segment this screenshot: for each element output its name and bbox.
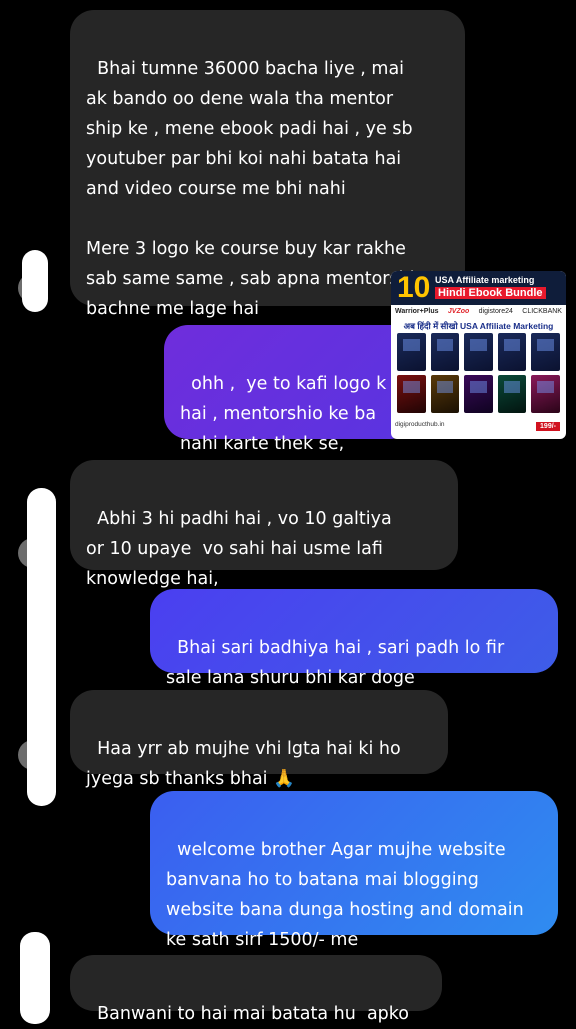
ad-price-badge: 199/-: [536, 422, 560, 431]
ebook-cover: [531, 333, 560, 371]
ebook-cover: [430, 375, 460, 413]
ebook-cover: [464, 333, 493, 371]
message-incoming[interactable]: Haa yrr ab mujhe vhi lgta hai ki ho jyeg…: [70, 690, 448, 789]
ad-platform-logos: Warrior+Plus JVZoo digistore24 CLICKBANK: [395, 308, 562, 315]
message-outgoing[interactable]: ohh , ye to kafi logo k hai , mentorshio…: [164, 325, 414, 454]
ebook-cover: [397, 375, 426, 413]
message-incoming[interactable]: Banwani to hai mai batata hu apko: [70, 955, 442, 1024]
redaction-mark: [20, 932, 50, 1024]
ebook-cover: [397, 333, 426, 371]
message-outgoing[interactable]: welcome brother Agar mujhe website banva…: [150, 791, 558, 950]
message-text: Bhai tumne 36000 bacha liye , mai ak ban…: [86, 59, 426, 319]
message-text: welcome brother Agar mujhe website banva…: [166, 840, 524, 950]
logo-jvzoo: JVZoo: [447, 308, 470, 315]
ad-title-line2: Hindi Ebook Bundle: [435, 287, 546, 299]
message-text: Abhi 3 hi padhi hai , vo 10 galtiya or 1…: [86, 509, 392, 589]
message-incoming[interactable]: Abhi 3 hi padhi hai , vo 10 galtiya or 1…: [70, 460, 458, 589]
ebook-cover: [497, 375, 527, 413]
ebook-covers-grid: [397, 333, 560, 413]
ad-subtitle: अब हिंदी में सीखो USA Affiliate Marketin…: [403, 321, 554, 331]
message-incoming[interactable]: Bhai tumne 36000 bacha liye , mai ak ban…: [70, 10, 465, 319]
message-text: Banwani to hai mai batata hu apko: [97, 1004, 410, 1024]
redaction-mark: [22, 250, 48, 312]
message-text: Bhai sari badhiya hai , sari padh lo fir…: [166, 638, 505, 688]
ebook-cover: [464, 375, 493, 413]
logo-clickbank: CLICKBANK: [522, 308, 562, 315]
ad-title-line1: USA Affiliate marketing: [435, 275, 535, 285]
ad-number: 10: [397, 271, 431, 304]
ebook-bundle-ad[interactable]: 10 USA Affiliate marketing Hindi Ebook B…: [391, 271, 566, 439]
message-text: ohh , ye to kafi logo k hai , mentorshio…: [180, 374, 387, 454]
logo-digistore: digistore24: [478, 308, 513, 315]
logo-warriorplus: Warrior+Plus: [395, 308, 439, 315]
redaction-mark: [27, 488, 56, 806]
ad-header: 10 USA Affiliate marketing Hindi Ebook B…: [391, 271, 566, 305]
ebook-cover: [430, 333, 460, 371]
ebook-cover: [497, 333, 527, 371]
message-outgoing[interactable]: Bhai sari badhiya hai , sari padh lo fir…: [150, 589, 558, 688]
ebook-cover: [531, 375, 560, 413]
message-text: Haa yrr ab mujhe vhi lgta hai ki ho jyeg…: [86, 739, 401, 789]
